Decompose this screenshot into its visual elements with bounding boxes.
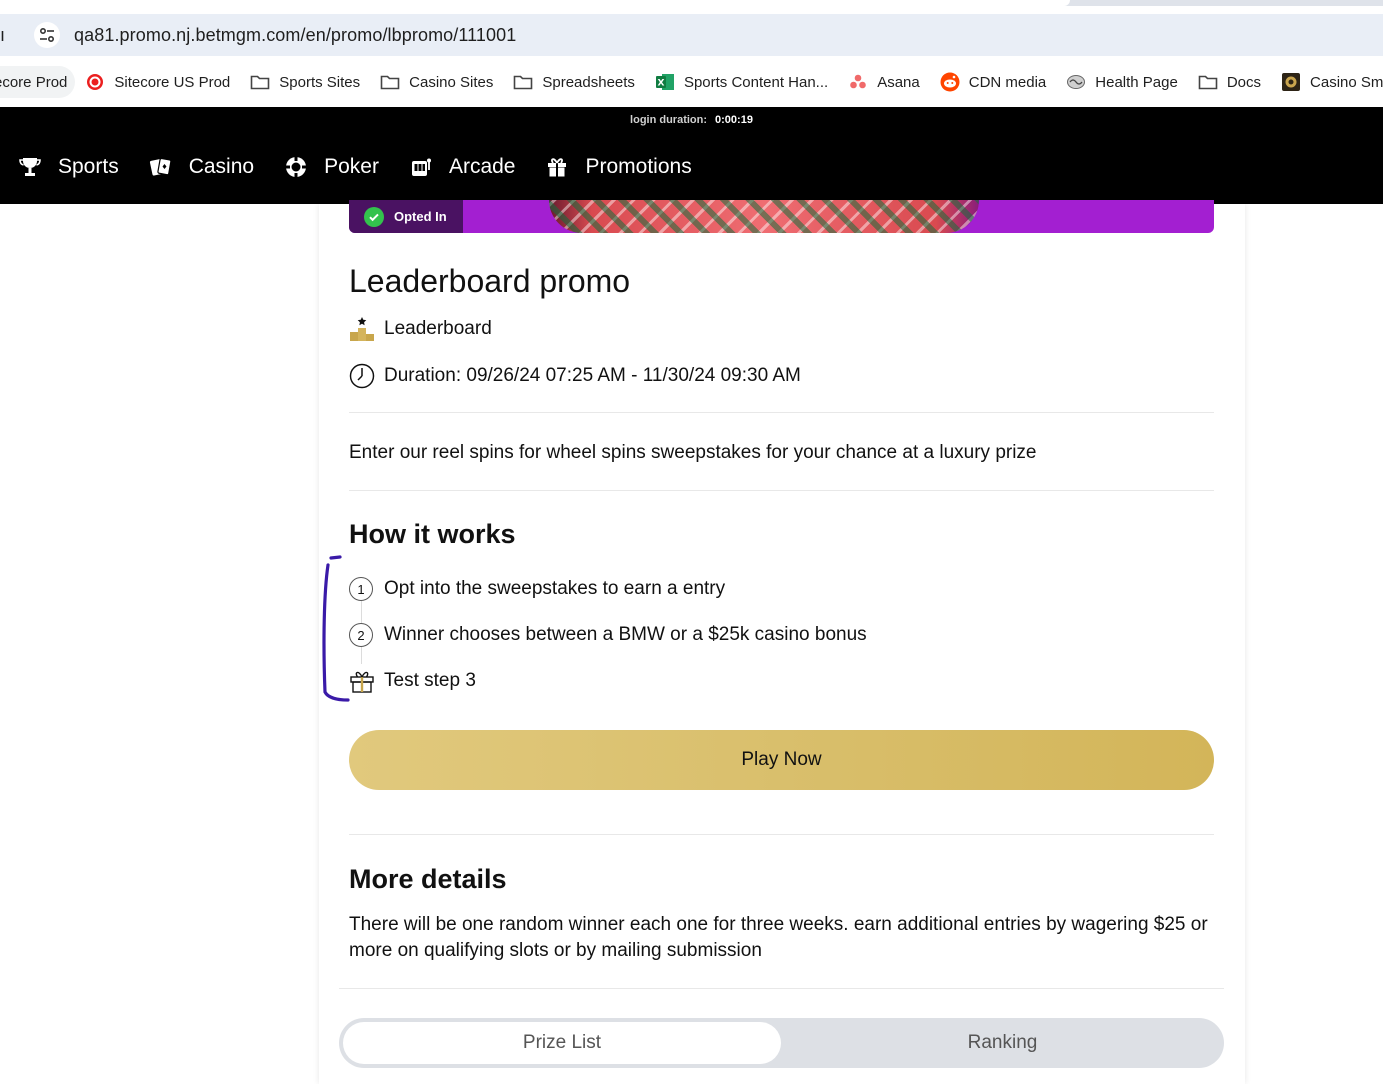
divider (339, 988, 1224, 989)
step-text: Winner chooses between a BMW or a $25k c… (384, 624, 867, 645)
nav-label: Poker (324, 155, 379, 178)
main-nav: Sports Casino Poker Arcade Promotions (16, 153, 720, 181)
excel-icon: X (655, 72, 675, 92)
nav-label: Arcade (448, 155, 516, 178)
bookmark-label: Asana (877, 73, 920, 91)
play-now-button[interactable]: Play Now (349, 730, 1214, 790)
bookmark-label: Spreadsheets (542, 73, 635, 91)
leaderboard-podium-icon (349, 316, 375, 342)
bookmark-sports-sites[interactable]: Sports Sites (240, 66, 370, 98)
how-it-works-steps: 1 Opt into the sweepstakes to earn a ent… (349, 566, 867, 704)
bookmark-cdn-media[interactable]: CDN media (930, 66, 1057, 98)
promo-type-row: Leaderboard (349, 316, 492, 342)
folder-icon (513, 72, 533, 92)
site-settings-icon[interactable] (34, 22, 60, 48)
bookmark-label: Casino Smart (1310, 73, 1383, 91)
arcade-icon (407, 153, 435, 181)
promo-banner-image: Opted In (349, 200, 1214, 233)
bookmark-casino-sites[interactable]: Casino Sites (370, 66, 503, 98)
poker-chip-icon (282, 153, 310, 181)
more-details-text: There will be one random winner each one… (349, 914, 1208, 961)
divider (349, 490, 1214, 491)
nav-label: Casino (188, 155, 255, 178)
promo-duration: Duration: 09/26/24 07:25 AM - 11/30/24 0… (384, 365, 801, 386)
casino-smart-icon (1281, 72, 1301, 92)
active-tab[interactable] (0, 0, 1070, 6)
annotation-bracket (322, 555, 350, 702)
browser-chrome: ı qa81.promo.nj.betmgm.com/en/promo/lbpr… (0, 0, 1383, 107)
step-item: 1 Opt into the sweepstakes to earn a ent… (349, 566, 867, 612)
login-duration-label: login duration: (630, 114, 708, 126)
sitecore-icon (85, 72, 105, 92)
bookmark-label: Health Page (1095, 73, 1178, 91)
more-details-title: More details (349, 864, 507, 894)
bookmark-health-page[interactable]: Health Page (1056, 66, 1188, 98)
check-icon (364, 206, 384, 227)
svg-text:X: X (657, 79, 664, 89)
bookmark-label: Sports Content Han... (683, 73, 829, 91)
site-header: login duration: 0:00:19 Sports Casino Pok… (0, 107, 1383, 204)
folder-icon (380, 72, 400, 92)
bookmark-label: ecore Prod (0, 73, 68, 91)
nav-poker[interactable]: Poker (282, 153, 379, 181)
login-duration-value: 0:00:19 (715, 114, 753, 126)
bookmark-ecore-prod[interactable]: ecore Prod (0, 66, 76, 98)
step-text: Test step 3 (384, 670, 476, 691)
opted-in-badge: Opted In (349, 200, 463, 233)
promo-title: Leaderboard promo (349, 263, 631, 299)
nav-label: Sports (58, 155, 119, 178)
bookmark-casino-smart[interactable]: Casino Smart (1271, 66, 1383, 98)
bookmark-label: Casino Sites (409, 73, 494, 91)
nav-promotions[interactable]: Promotions (543, 153, 692, 181)
bookmark-docs[interactable]: Docs (1188, 66, 1271, 98)
how-it-works-title: How it works (349, 519, 516, 549)
clock-icon (349, 363, 375, 389)
folder-icon (1198, 72, 1218, 92)
trophy-icon (16, 153, 44, 181)
back-nav-fragment: ı (0, 25, 6, 45)
tab-strip (0, 0, 1383, 6)
bookmark-label: Sports Sites (279, 73, 361, 91)
step-item: Test step 3 (349, 658, 867, 704)
tab-prize-list[interactable]: Prize List (343, 1022, 781, 1064)
bookmark-sports-content[interactable]: X Sports Content Han... (645, 66, 838, 98)
promo-card: Opted In Leaderboard promo Leaderboard D… (319, 200, 1245, 1084)
health-page-icon (1066, 72, 1086, 92)
promo-description: Enter our reel spins for wheel spins swe… (349, 442, 1037, 463)
login-duration: login duration: 0:00:19 (0, 114, 1383, 126)
bookmark-label: Sitecore US Prod (114, 73, 231, 91)
promo-duration-row: Duration: 09/26/24 07:25 AM - 11/30/24 0… (349, 363, 801, 389)
nav-arcade[interactable]: Arcade (407, 153, 516, 181)
promo-type-label: Leaderboard (384, 318, 492, 339)
asana-icon (848, 72, 868, 92)
address-bar[interactable]: ı qa81.promo.nj.betmgm.com/en/promo/lbpr… (0, 14, 1383, 56)
bookmark-sitecore-us-prod[interactable]: Sitecore US Prod (75, 66, 240, 98)
divider (349, 412, 1214, 413)
step-item: 2 Winner chooses between a BMW or a $25k… (349, 612, 867, 658)
url-text[interactable]: qa81.promo.nj.betmgm.com/en/promo/lbprom… (74, 25, 516, 46)
step-text: Opt into the sweepstakes to earn a entry (384, 578, 726, 599)
gift-icon (543, 153, 571, 181)
nav-casino[interactable]: Casino (147, 153, 254, 181)
reddit-icon (940, 72, 960, 92)
folder-icon (250, 72, 270, 92)
bookmark-spreadsheets[interactable]: Spreadsheets (503, 66, 645, 98)
tab-ranking[interactable]: Ranking (785, 1022, 1220, 1064)
bookmark-label: CDN media (968, 73, 1047, 91)
cards-icon (147, 153, 175, 181)
bookmarks-bar: ecore Prod Sitecore US Prod Sports Sites… (0, 64, 1383, 100)
divider (349, 834, 1214, 835)
nav-sports[interactable]: Sports (16, 153, 119, 181)
prize-ranking-tabs: Prize List Ranking (339, 1018, 1224, 1068)
opted-in-label: Opted In (394, 209, 447, 224)
nav-label: Promotions (585, 155, 692, 178)
bookmark-asana[interactable]: Asana (838, 66, 930, 98)
banner-artwork (549, 200, 979, 233)
bookmark-label: Docs (1226, 73, 1262, 91)
